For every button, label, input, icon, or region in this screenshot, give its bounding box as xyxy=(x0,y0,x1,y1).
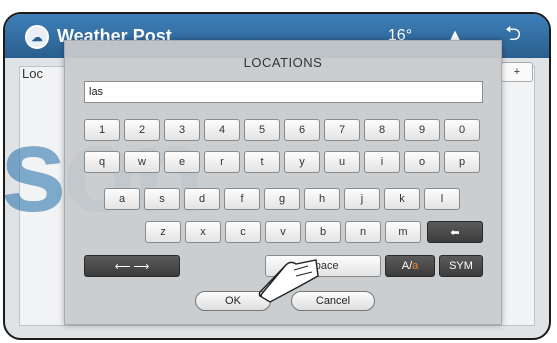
add-location-button[interactable]: + xyxy=(501,62,533,82)
key-w[interactable]: w xyxy=(124,151,160,173)
key-r[interactable]: r xyxy=(204,151,240,173)
key-2[interactable]: 2 xyxy=(124,119,160,141)
key-a[interactable]: a xyxy=(104,188,140,210)
key-t[interactable]: t xyxy=(244,151,280,173)
key-x[interactable]: x xyxy=(185,221,221,243)
key-h[interactable]: h xyxy=(304,188,340,210)
key-g[interactable]: g xyxy=(264,188,300,210)
key-i[interactable]: i xyxy=(364,151,400,173)
weather-app-icon: ☁ xyxy=(25,25,49,49)
key-k[interactable]: k xyxy=(384,188,420,210)
key-v[interactable]: v xyxy=(265,221,301,243)
key-e[interactable]: e xyxy=(164,151,200,173)
key-c[interactable]: c xyxy=(225,221,261,243)
key-u[interactable]: u xyxy=(324,151,360,173)
location-label: Loc xyxy=(22,66,43,81)
location-search-input[interactable]: las xyxy=(84,81,483,103)
key-7[interactable]: 7 xyxy=(324,119,360,141)
key-l[interactable]: l xyxy=(424,188,460,210)
shift-key[interactable]: A/a xyxy=(385,255,435,277)
key-0[interactable]: 0 xyxy=(444,119,480,141)
backspace-key[interactable]: ⬅ xyxy=(427,221,483,243)
key-j[interactable]: j xyxy=(344,188,380,210)
key-4[interactable]: 4 xyxy=(204,119,240,141)
key-b[interactable]: b xyxy=(305,221,341,243)
key-f[interactable]: f xyxy=(224,188,260,210)
key-o[interactable]: o xyxy=(404,151,440,173)
key-s[interactable]: s xyxy=(144,188,180,210)
key-6[interactable]: 6 xyxy=(284,119,320,141)
key-z[interactable]: z xyxy=(145,221,181,243)
pointing-hand-icon xyxy=(258,259,319,303)
key-9[interactable]: 9 xyxy=(404,119,440,141)
shift-label-upper: A/ xyxy=(401,260,413,272)
key-d[interactable]: d xyxy=(184,188,220,210)
key-m[interactable]: m xyxy=(385,221,421,243)
dialog-title: LOCATIONS xyxy=(243,55,323,70)
key-3[interactable]: 3 xyxy=(164,119,200,141)
sym-key[interactable]: SYM xyxy=(439,255,483,277)
key-q[interactable]: q xyxy=(84,151,120,173)
key-1[interactable]: 1 xyxy=(84,119,120,141)
key-y[interactable]: y xyxy=(284,151,320,173)
cursor-arrows-key[interactable]: ⟵ ⟶ xyxy=(84,255,180,277)
key-5[interactable]: 5 xyxy=(244,119,280,141)
shift-label-lower: a xyxy=(412,260,419,272)
key-8[interactable]: 8 xyxy=(364,119,400,141)
key-p[interactable]: p xyxy=(444,151,480,173)
key-n[interactable]: n xyxy=(345,221,381,243)
